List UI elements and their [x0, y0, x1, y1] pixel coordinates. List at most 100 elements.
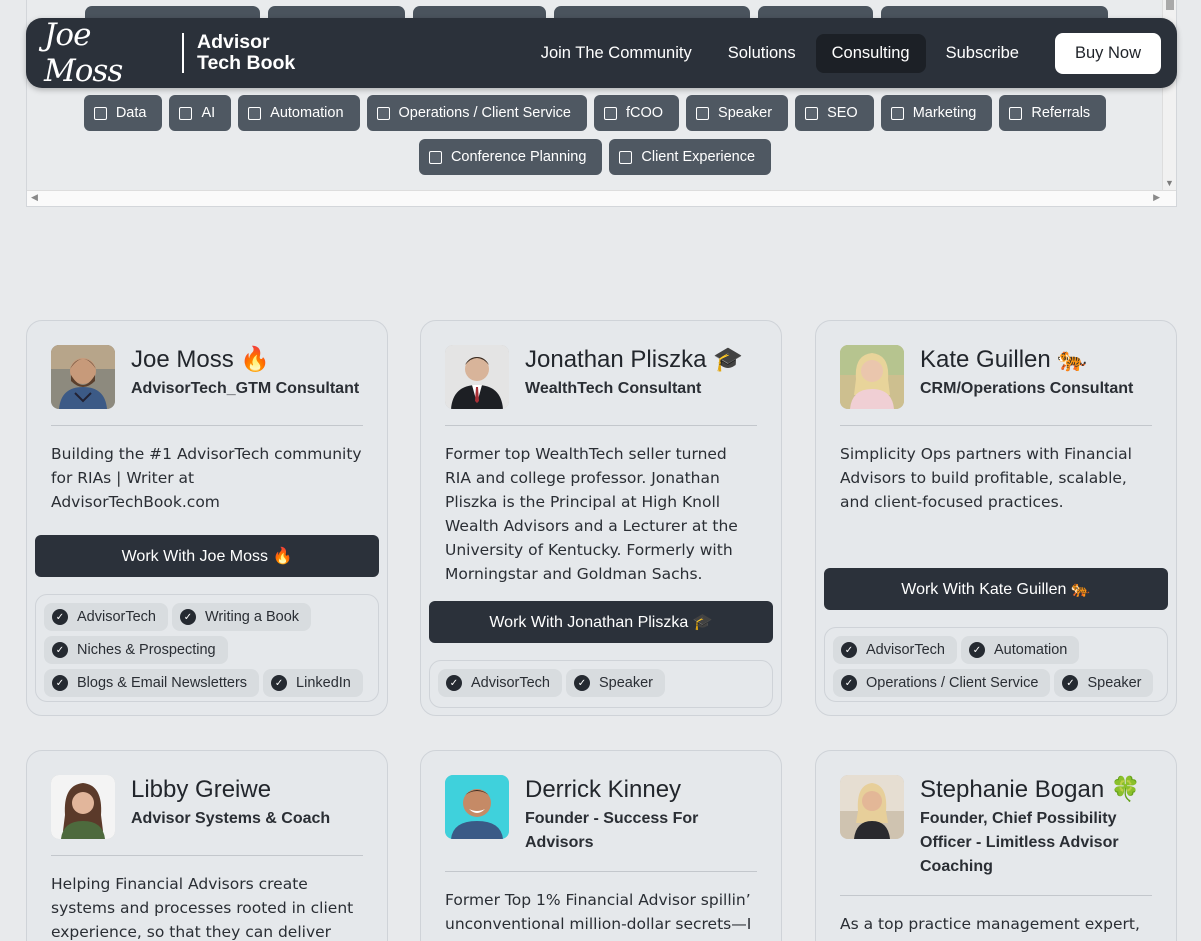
consultant-description: Former Top 1% Financial Advisor spillin’…	[445, 891, 752, 933]
tag: ✓ Operations / Client Service	[833, 669, 1051, 697]
card-header: Kate Guillen 🐅 CRM/Operations Consultant	[840, 345, 1152, 409]
filter-chip-marketing[interactable]: Marketing	[880, 95, 993, 131]
tag: ✓ Speaker	[1054, 669, 1154, 697]
tag: ✓ LinkedIn	[263, 669, 363, 697]
nav-consulting[interactable]: Consulting	[815, 33, 926, 73]
tag: ✓ Blogs & Email Newsletters	[44, 669, 260, 697]
scroll-right-arrow-icon[interactable]: ▶	[1153, 192, 1160, 203]
checkbox[interactable]	[696, 106, 710, 120]
check-circle-icon: ✓	[271, 675, 288, 691]
divider	[840, 425, 1152, 426]
check-circle-icon: ✓	[446, 675, 462, 691]
consultant-role: Founder - Success For Advisors	[525, 810, 699, 851]
card-header: Libby Greiwe Advisor Systems & Coach	[51, 775, 363, 839]
tag: ✓ AdvisorTech	[833, 636, 957, 664]
tag: ✓ Writing a Book	[171, 603, 312, 631]
consultant-card: Kate Guillen 🐅 CRM/Operations Consultant…	[815, 320, 1177, 716]
consultant-card: Derrick Kinney Founder - Success For Adv…	[420, 750, 782, 941]
card-header: Derrick Kinney Founder - Success For Adv…	[445, 775, 757, 855]
checkbox[interactable]	[93, 106, 107, 120]
divider	[51, 425, 363, 426]
consultant-role: CRM/Operations Consultant	[920, 380, 1134, 397]
consultant-description: Building the #1 AdvisorTech community fo…	[51, 445, 362, 511]
checkbox[interactable]	[619, 150, 633, 164]
avatar	[840, 775, 904, 839]
nav-subscribe[interactable]: Subscribe	[930, 34, 1035, 73]
scrollbar-thumb[interactable]	[1166, 0, 1174, 10]
check-circle-icon: ✓	[52, 642, 68, 658]
filter-chip-operations[interactable]: Operations / Client Service	[366, 95, 587, 131]
tag-list: ✓ AdvisorTech ✓ Automation ✓ Operations / C…	[824, 627, 1168, 702]
clover-emoji-icon: 🍀	[1110, 776, 1141, 803]
checkbox[interactable]	[1009, 106, 1023, 120]
filter-chip-referrals[interactable]: Referrals	[999, 95, 1107, 131]
avatar	[51, 345, 115, 409]
filter-chip-fcoo[interactable]: fCOO	[593, 95, 680, 131]
tag-list: ✓ AdvisorTech ✓ Writing a Book ✓ Niches & P…	[35, 594, 379, 702]
filter-chip-client-experience[interactable]: Client Experience	[609, 139, 772, 175]
top-navbar: Joe Moss Advisor Tech Book Join The Comm…	[26, 17, 1177, 89]
consultant-name: Derrick Kinney	[525, 776, 682, 803]
consultant-name: Stephanie Bogan	[920, 776, 1105, 803]
filter-chip-conference-planning[interactable]: Conference Planning	[418, 139, 603, 175]
tag: ✓ AdvisorTech	[44, 603, 168, 631]
checkbox[interactable]	[603, 106, 617, 120]
check-circle-icon: ✓	[52, 609, 68, 625]
consultant-name: Kate Guillen	[920, 346, 1051, 373]
consultant-card: Joe Moss 🔥 AdvisorTech_GTM Consultant Bu…	[26, 320, 388, 716]
consultant-card: Jonathan Pliszka 🎓 WealthTech Consultant…	[420, 320, 782, 716]
consultant-role: AdvisorTech_GTM Consultant	[131, 380, 360, 397]
filter-row-2: Conference Planning Client Experience	[27, 139, 1163, 175]
work-with-button[interactable]: Work With Joe Moss 🔥	[35, 535, 379, 577]
checkbox[interactable]	[805, 106, 819, 120]
buy-now-button[interactable]: Buy Now	[1054, 32, 1161, 74]
consultant-role: WealthTech Consultant	[525, 380, 702, 397]
tiger-emoji-icon: 🐅	[1057, 346, 1088, 373]
tag: ✓ AdvisorTech	[438, 669, 562, 697]
graduation-cap-emoji-icon: 🎓	[713, 346, 744, 373]
filter-chip-seo[interactable]: SEO	[795, 95, 874, 131]
check-circle-icon: ✓	[841, 642, 857, 658]
logo-signature[interactable]: Joe Moss	[44, 17, 172, 89]
consultant-description: Simplicity Ops partners with Financial A…	[840, 445, 1132, 511]
avatar	[51, 775, 115, 839]
filter-row-1: Data AI Automation Operations / Client S…	[27, 95, 1163, 131]
card-header: Joe Moss 🔥 AdvisorTech_GTM Consultant	[51, 345, 363, 409]
horizontal-scrollbar[interactable]: ◀ ▶	[27, 190, 1176, 206]
filter-chip-data[interactable]: Data	[83, 95, 163, 131]
logo-text[interactable]: Advisor Tech Book	[197, 32, 295, 74]
card-header: Jonathan Pliszka 🎓 WealthTech Consultant	[445, 345, 757, 409]
fire-emoji-icon: 🔥	[240, 346, 271, 373]
checkbox[interactable]	[376, 106, 390, 120]
checkbox[interactable]	[428, 150, 442, 164]
filter-chip-speaker[interactable]: Speaker	[686, 95, 789, 131]
tag: ✓ Speaker	[565, 669, 665, 697]
tag: ✓ Automation	[960, 636, 1080, 664]
divider	[445, 425, 757, 426]
filter-chip-automation[interactable]: Automation	[238, 95, 360, 131]
consultant-description: As a top practice management expert,	[840, 915, 1140, 933]
avatar	[445, 775, 509, 839]
consultant-description: Helping Financial Advisors create system…	[51, 875, 354, 941]
scroll-down-arrow-icon[interactable]: ▼	[1165, 178, 1174, 188]
filter-chip-ai[interactable]: AI	[169, 95, 232, 131]
consultant-role: Advisor Systems & Coach	[131, 810, 331, 827]
consultant-card: Stephanie Bogan 🍀 Founder, Chief Possibi…	[815, 750, 1177, 941]
consultant-role: Founder, Chief Possibility Officer - Lim…	[920, 810, 1119, 875]
avatar	[840, 345, 904, 409]
consultant-card: Libby Greiwe Advisor Systems & Coach Hel…	[26, 750, 388, 941]
consultant-description: Former top WealthTech seller turned RIA …	[445, 445, 738, 583]
checkbox[interactable]	[179, 106, 193, 120]
scroll-left-arrow-icon[interactable]: ◀	[31, 192, 38, 203]
divider	[445, 871, 757, 872]
check-circle-icon: ✓	[1062, 675, 1079, 691]
consultant-name: Joe Moss	[131, 346, 234, 373]
tag: ✓ Niches & Prospecting	[44, 636, 228, 664]
checkbox[interactable]	[890, 106, 904, 120]
work-with-button[interactable]: Work With Kate Guillen 🐅	[824, 568, 1168, 610]
nav-solutions[interactable]: Solutions	[712, 34, 812, 73]
checkbox[interactable]	[248, 106, 262, 120]
work-with-button[interactable]: Work With Jonathan Pliszka 🎓	[429, 601, 773, 643]
check-circle-icon: ✓	[968, 642, 985, 658]
nav-join-community[interactable]: Join The Community	[525, 34, 708, 73]
